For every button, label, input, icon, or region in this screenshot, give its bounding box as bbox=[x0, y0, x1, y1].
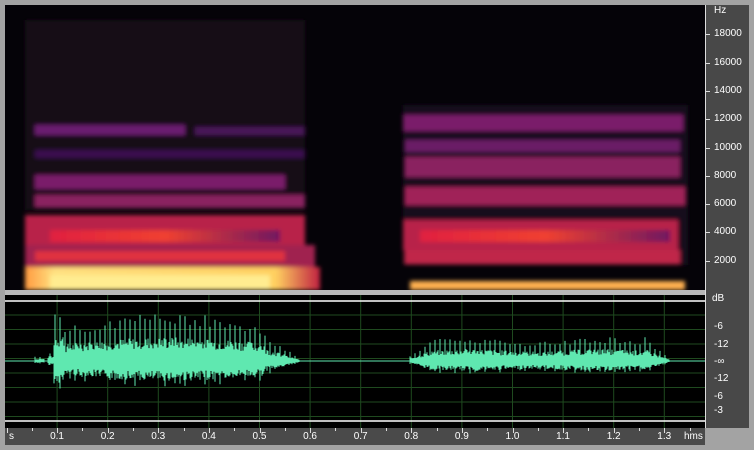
time-tick bbox=[6, 428, 8, 433]
time-tick bbox=[537, 428, 539, 431]
time-tick bbox=[613, 428, 615, 433]
frequency-tick-label: 18000 bbox=[714, 28, 742, 40]
time-tick bbox=[57, 428, 59, 433]
frequency-tick bbox=[706, 147, 710, 149]
time-tick bbox=[436, 428, 438, 431]
time-tick bbox=[664, 428, 666, 433]
frequency-tick bbox=[706, 62, 710, 64]
frequency-tick bbox=[706, 34, 710, 36]
time-tick bbox=[158, 428, 160, 433]
db-tick-label: -3 bbox=[714, 405, 723, 416]
time-tick bbox=[639, 428, 640, 431]
time-tick bbox=[31, 428, 33, 431]
frequency-tick-label: 6000 bbox=[714, 198, 737, 210]
time-tick bbox=[284, 428, 286, 431]
waveform bbox=[5, 295, 705, 428]
spectrogram bbox=[25, 20, 688, 290]
frequency-tick-label: 2000 bbox=[714, 254, 737, 266]
time-tick bbox=[487, 428, 489, 431]
time-tick bbox=[588, 428, 590, 431]
frequency-tick-label: 12000 bbox=[714, 113, 742, 125]
time-tick bbox=[183, 428, 185, 431]
frequency-tick bbox=[706, 232, 710, 234]
time-tick bbox=[461, 428, 463, 433]
time-tick bbox=[335, 428, 337, 431]
time-tick bbox=[310, 428, 312, 433]
frequency-tick bbox=[706, 260, 710, 262]
db-tick-label: -12 bbox=[714, 339, 729, 350]
frequency-tick-label: 10000 bbox=[714, 141, 742, 153]
db-tick-label: -∞ bbox=[714, 356, 725, 367]
time-tick bbox=[82, 428, 84, 431]
db-tick-label: -6 bbox=[714, 321, 723, 332]
time-tick bbox=[208, 428, 210, 433]
frequency-tick-label: 14000 bbox=[714, 84, 742, 96]
time-unit-label: s bbox=[9, 431, 14, 442]
time-tick bbox=[133, 428, 134, 431]
db-tick-label: -12 bbox=[714, 373, 729, 384]
frequency-tick-label: 4000 bbox=[714, 226, 737, 238]
frequency-tick bbox=[706, 119, 710, 121]
frequency-tick bbox=[706, 204, 710, 206]
time-tick bbox=[234, 428, 236, 431]
time-tick bbox=[512, 428, 514, 433]
frequency-tick-label: 16000 bbox=[714, 56, 742, 68]
time-tick bbox=[107, 428, 109, 433]
time-format-label: hms bbox=[684, 431, 703, 442]
frequency-tick bbox=[706, 175, 710, 177]
time-tick bbox=[563, 428, 565, 433]
frequency-tick-label: 8000 bbox=[714, 169, 737, 181]
time-ruler[interactable]: s hms 0.1 0.2 0.3 0.4 0.5 0.6 0.7 0.8 0.9 1.0 1.1 1… bbox=[5, 428, 705, 445]
spectral-display[interactable] bbox=[5, 5, 705, 290]
frequency-tick bbox=[706, 90, 710, 92]
time-tick bbox=[411, 428, 413, 433]
time-tick bbox=[259, 428, 261, 433]
db-unit-label: dB bbox=[712, 293, 725, 304]
frequency-unit-label: Hz bbox=[714, 5, 727, 16]
time-tick bbox=[360, 428, 362, 433]
vertical-axis: Hz 18000 16000 14000 12000 10000 8000 6000 4000… bbox=[705, 5, 749, 428]
time-tick bbox=[386, 428, 387, 431]
db-tick-label: -6 bbox=[714, 391, 723, 402]
waveform-trace bbox=[34, 314, 670, 389]
time-tick bbox=[689, 428, 691, 431]
waveform-display[interactable] bbox=[5, 295, 705, 428]
